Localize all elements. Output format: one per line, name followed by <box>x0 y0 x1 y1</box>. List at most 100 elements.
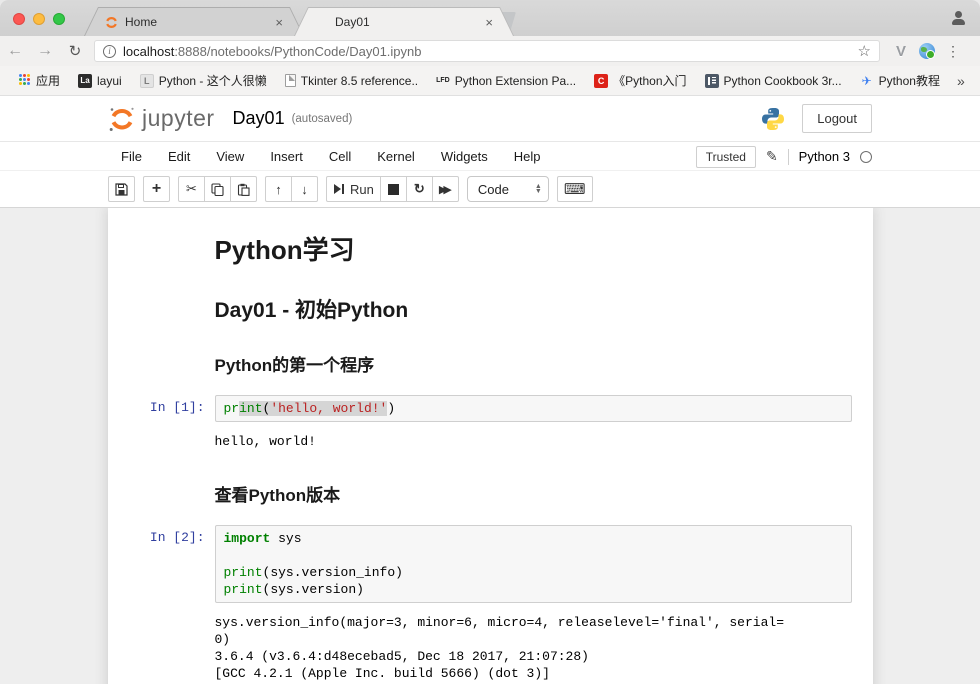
jupyter-header: jupyter Day01 (autosaved) Logout <box>0 96 980 142</box>
notebook-title[interactable]: Day01 <box>233 108 285 129</box>
tab-day01[interactable]: Day01 × <box>294 7 514 36</box>
cell-type-dropdown[interactable]: Code ▲▼ <box>467 176 549 202</box>
command-palette-button[interactable]: ⌨ <box>557 176 593 202</box>
save-button[interactable] <box>108 176 135 202</box>
bookmark-item[interactable]: 应用 <box>10 69 67 92</box>
cell-2-output: sys.version_info(major=3, minor=6, micro… <box>123 610 858 684</box>
code-input-area[interactable]: print('hello, world!') <box>215 395 852 422</box>
bookmark-item[interactable]: ✈ Python教程 <box>853 69 947 92</box>
jupyter-logo-icon <box>108 105 136 133</box>
bookmark-label: Python - 这个人很懒 <box>159 72 267 89</box>
traffic-lights <box>13 13 65 25</box>
menu-kernel[interactable]: Kernel <box>364 145 428 168</box>
bookmark-label: Tkinter 8.5 reference.. <box>301 74 418 88</box>
browser-window: Home × Day01 × ← → ↻ i localhost:8888/no… <box>0 0 980 684</box>
notebook-toolbar: + ✂ ↑ ↓ Run ↻ ▶▶ Code ▲▼ ⌨ <box>0 171 980 208</box>
jupyter-ring-icon <box>105 16 118 29</box>
bookmarks-overflow-icon[interactable]: » <box>951 73 971 89</box>
reload-icon[interactable]: ↻ <box>60 42 90 60</box>
layui-dark-icon: La <box>78 74 92 88</box>
code-cell-1[interactable]: In [1]: print('hello, world!') <box>123 395 858 422</box>
tab-close-icon[interactable]: × <box>275 16 283 29</box>
tab-title: Day01 <box>335 15 478 29</box>
bookmark-label: Python教程 <box>879 72 940 89</box>
kernel-status-icon <box>860 151 872 163</box>
cut-cell-button[interactable]: ✂ <box>178 176 205 202</box>
jupyter-logo-text: jupyter <box>142 105 215 132</box>
bookmark-item[interactable]: C 《Python入门 <box>587 69 693 92</box>
bookmark-star-icon[interactable]: ☆ <box>858 42 871 60</box>
notebook-container: Python学习 Day01 - 初始Python Python的第一个程序 I… <box>108 208 873 684</box>
bookmarks-bar: 应用 Lalayui L Python - 这个人很懒 Tkinter 8.5 refe… <box>0 66 980 96</box>
markdown-heading-3: Python的第一个程序 <box>215 351 858 376</box>
run-cell-button[interactable]: Run <box>326 176 381 202</box>
restart-kernel-button[interactable]: ↻ <box>406 176 433 202</box>
cell-1-output: hello, world! <box>123 429 858 454</box>
menu-file[interactable]: File <box>108 145 155 168</box>
forward-icon[interactable]: → <box>30 42 60 60</box>
csdn-c-icon: C <box>594 74 608 88</box>
profile-icon[interactable] <box>950 11 966 27</box>
code-cell-2[interactable]: In [2]: import sys print(sys.version_inf… <box>123 525 858 603</box>
extension-v-icon[interactable]: V <box>888 43 914 60</box>
copy-cell-button[interactable] <box>204 176 231 202</box>
menu-edit[interactable]: Edit <box>155 145 203 168</box>
input-prompt: In [1]: <box>123 395 215 422</box>
markdown-heading-3: 查看Python版本 <box>215 481 858 506</box>
url-text[interactable]: localhost:8888/notebooks/PythonCode/Day0… <box>123 44 858 59</box>
interrupt-kernel-button[interactable] <box>380 176 407 202</box>
globe-extension-icon[interactable] <box>919 43 935 59</box>
notebook-menubar: FileEditViewInsertCellKernelWidgetsHelp … <box>0 143 980 171</box>
zoom-window-button[interactable] <box>53 13 65 25</box>
output-text: sys.version_info(major=3, minor=6, micro… <box>215 610 785 684</box>
add-cell-button[interactable]: + <box>143 176 170 202</box>
tab-bar: Home × Day01 × <box>0 0 980 36</box>
tab-close-icon[interactable]: × <box>485 16 493 29</box>
bookmark-item[interactable]: Lalayui <box>71 71 129 91</box>
divider <box>788 149 789 165</box>
menu-insert[interactable]: Insert <box>257 145 316 168</box>
menu-widgets[interactable]: Widgets <box>428 145 501 168</box>
site-info-icon[interactable]: i <box>103 45 116 58</box>
notebook-scroll-area[interactable]: Python学习 Day01 - 初始Python Python的第一个程序 I… <box>0 208 980 684</box>
markdown-heading-1: Python学习 <box>215 230 858 267</box>
letter-l-icon: L <box>140 74 154 88</box>
markdown-heading-2: Day01 - 初始Python <box>215 294 858 324</box>
bookmark-item[interactable]: Python Cookbook 3r... <box>698 71 849 91</box>
notebook-book-icon <box>315 16 328 29</box>
jupyter-logo[interactable]: jupyter <box>108 105 215 133</box>
bookmark-label: layui <box>97 74 122 88</box>
bookmark-label: 《Python入门 <box>613 72 686 89</box>
book-lines-icon <box>705 74 719 88</box>
bookmark-item[interactable]: Tkinter 8.5 reference.. <box>278 71 425 91</box>
apps-grid-icon <box>17 74 31 88</box>
bookmark-label: Python Cookbook 3r... <box>724 74 842 88</box>
kernel-name: Python 3 <box>799 149 850 164</box>
tab-home[interactable]: Home × <box>84 7 304 36</box>
url-field[interactable]: i localhost:8888/notebooks/PythonCode/Da… <box>94 40 880 62</box>
menu-cell[interactable]: Cell <box>316 145 364 168</box>
restart-run-all-button[interactable]: ▶▶ <box>432 176 459 202</box>
bookmark-item[interactable]: LFDPython Extension Pa... <box>429 71 583 91</box>
tab-title: Home <box>125 15 268 29</box>
page-icon <box>285 74 296 87</box>
menu-help[interactable]: Help <box>501 145 554 168</box>
code-input-area[interactable]: import sys print(sys.version_info)print(… <box>215 525 852 603</box>
menu-view[interactable]: View <box>203 145 257 168</box>
trusted-button[interactable]: Trusted <box>696 146 756 168</box>
move-cell-up-button[interactable]: ↑ <box>265 176 292 202</box>
back-icon[interactable]: ← <box>0 42 30 60</box>
minimize-window-button[interactable] <box>33 13 45 25</box>
bookmark-label: 应用 <box>36 72 60 89</box>
close-window-button[interactable] <box>13 13 25 25</box>
input-prompt: In [2]: <box>123 525 215 603</box>
logout-button[interactable]: Logout <box>802 104 872 133</box>
pencil-icon: ✎ <box>766 148 778 165</box>
bookmark-item[interactable]: L Python - 这个人很懒 <box>133 69 274 92</box>
autosave-status: (autosaved) <box>292 113 353 125</box>
paste-cell-button[interactable] <box>230 176 257 202</box>
chrome-menu-icon[interactable]: ⋮ <box>940 43 966 60</box>
move-cell-down-button[interactable]: ↓ <box>291 176 318 202</box>
rocket-icon: ✈ <box>860 74 874 88</box>
lfd-text-icon: LFD <box>436 74 450 88</box>
